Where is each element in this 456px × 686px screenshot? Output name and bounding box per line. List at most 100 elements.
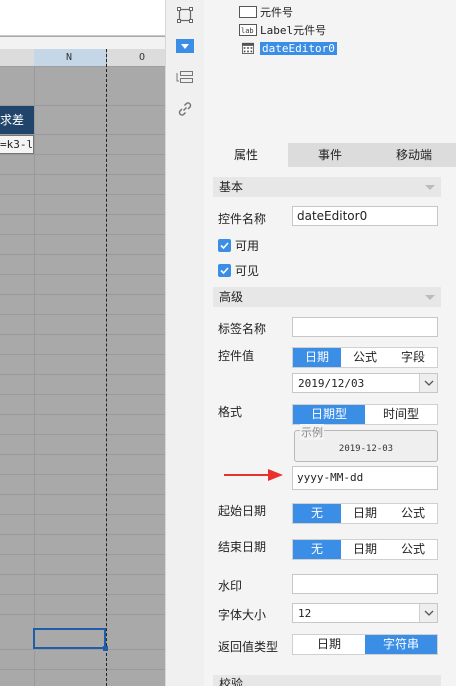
tag-name-label: 标签名称 xyxy=(218,322,267,336)
widget-toolbar xyxy=(165,0,204,686)
end-date-label: 结束日期 xyxy=(218,540,267,554)
start-date-none-option[interactable]: 无 xyxy=(293,504,341,523)
tag-name-input[interactable] xyxy=(292,317,438,337)
checkbox-checked-icon xyxy=(218,239,231,252)
start-date-formula-option[interactable]: 公式 xyxy=(389,504,437,523)
return-type-switch: 日期 字符串 xyxy=(292,634,438,655)
end-date-none-option[interactable]: 无 xyxy=(293,540,341,559)
grid-line xyxy=(0,334,165,335)
column-header-label: N xyxy=(66,52,73,63)
grid-line xyxy=(0,574,165,575)
group-title: 高级 xyxy=(219,290,244,304)
grid-line xyxy=(0,234,165,235)
layer-icon[interactable] xyxy=(174,66,196,88)
group-title: 校验 xyxy=(219,677,244,686)
checkbox-checked-icon xyxy=(218,264,231,277)
page-break-line xyxy=(106,49,107,686)
grid-line xyxy=(0,374,165,375)
header-cell[interactable]: 求差 xyxy=(0,106,34,134)
column-header-o[interactable]: O xyxy=(107,49,165,67)
watermark-label: 水印 xyxy=(218,579,243,593)
tab-properties[interactable]: 属性 xyxy=(204,143,288,167)
grid-line xyxy=(0,594,165,595)
grid-line xyxy=(0,314,165,315)
grid-line xyxy=(0,494,165,495)
svg-text:lab: lab xyxy=(241,27,254,35)
grid-line xyxy=(0,554,165,555)
end-date-switch: 无 日期 公式 xyxy=(292,539,438,560)
format-example-box: 示例 2019-12-03 xyxy=(294,424,438,462)
tree-item-label: 元件号 xyxy=(260,6,293,19)
group-basic-header[interactable]: 基本 xyxy=(213,177,441,197)
tree-item-textbox[interactable]: 元件号 xyxy=(239,3,293,21)
format-date-option[interactable]: 日期型 xyxy=(293,405,365,424)
column-header[interactable] xyxy=(0,49,34,67)
start-date-date-option[interactable]: 日期 xyxy=(341,504,389,523)
start-date-label: 起始日期 xyxy=(218,504,267,518)
property-panel: 元件号 lab Label元件号 dateEditor0 属性 事件 移动端 基… xyxy=(204,0,456,686)
return-type-date-option[interactable]: 日期 xyxy=(293,635,365,654)
tab-mobile[interactable]: 移动端 xyxy=(372,143,456,167)
chevron-down-icon[interactable] xyxy=(419,374,437,392)
grid-line xyxy=(0,254,165,255)
tree-item-date-editor[interactable]: dateEditor0 xyxy=(239,39,337,57)
grid-line xyxy=(0,294,165,295)
tree-item-label: Label元件号 xyxy=(260,24,327,37)
label-icon: lab xyxy=(239,24,257,36)
grid-line xyxy=(0,454,165,455)
chevron-down-icon[interactable] xyxy=(419,604,437,622)
end-date-formula-option[interactable]: 公式 xyxy=(389,540,437,559)
collapse-caret-icon[interactable] xyxy=(425,295,435,300)
font-size-label: 字体大小 xyxy=(218,608,267,622)
watermark-input[interactable] xyxy=(292,574,438,594)
widget-name-label: 控件名称 xyxy=(218,212,267,226)
grid-line xyxy=(0,669,165,670)
grid-line xyxy=(0,394,165,395)
column-header-label: O xyxy=(139,52,146,63)
return-type-string-option[interactable]: 字符串 xyxy=(365,635,437,654)
visible-label: 可见 xyxy=(235,264,260,278)
example-legend: 示例 xyxy=(300,424,324,440)
column-header-n[interactable]: N xyxy=(34,49,106,67)
format-time-option[interactable]: 时间型 xyxy=(365,405,437,424)
tab-events[interactable]: 事件 xyxy=(288,143,372,167)
format-type-switch: 日期型 时间型 xyxy=(292,404,438,425)
group-validation-header[interactable]: 校验 xyxy=(213,675,441,686)
dropdown-widget-icon[interactable] xyxy=(174,35,196,57)
grid-line xyxy=(0,354,165,355)
spreadsheet-area[interactable]: N O 求差 =k3-l3 xyxy=(0,0,165,686)
panel-tabs: 属性 事件 移动端 xyxy=(204,143,456,167)
widget-value-date-option[interactable]: 日期 xyxy=(293,348,341,367)
grid-line xyxy=(0,414,165,415)
formula-bar[interactable] xyxy=(0,0,165,36)
tree-item-label-widget[interactable]: lab Label元件号 xyxy=(239,21,326,39)
grid-line xyxy=(0,474,165,475)
grid-line xyxy=(0,274,165,275)
format-label: 格式 xyxy=(218,405,243,419)
fill-handle[interactable] xyxy=(103,646,108,651)
formula-cell[interactable]: =k3-l3 xyxy=(0,135,34,154)
grid-line xyxy=(0,649,165,650)
visible-checkbox[interactable]: 可见 xyxy=(218,262,259,279)
link-icon[interactable] xyxy=(174,98,196,120)
grid-line xyxy=(0,154,165,155)
select-frame-icon[interactable] xyxy=(174,4,196,26)
widget-value-formula-option[interactable]: 公式 xyxy=(341,348,389,367)
group-advanced-header[interactable]: 高级 xyxy=(213,287,441,307)
collapse-caret-icon[interactable] xyxy=(425,185,435,190)
selected-cell[interactable] xyxy=(33,628,106,649)
end-date-date-option[interactable]: 日期 xyxy=(341,540,389,559)
widget-tree: 元件号 lab Label元件号 dateEditor0 xyxy=(204,0,456,143)
group-title: 基本 xyxy=(219,180,244,194)
calendar-icon xyxy=(242,42,254,54)
format-pattern-input[interactable]: yyyy-MM-dd xyxy=(292,466,438,490)
widget-name-input[interactable]: dateEditor0 xyxy=(292,206,438,226)
widget-value-field-option[interactable]: 字段 xyxy=(389,348,437,367)
grid-line xyxy=(0,534,165,535)
widget-value-date-select[interactable]: 2019/12/03 xyxy=(292,373,438,393)
date-select-value: 2019/12/03 xyxy=(298,377,365,390)
enabled-checkbox[interactable]: 可用 xyxy=(218,237,259,254)
textbox-icon xyxy=(239,6,257,18)
return-type-label: 返回值类型 xyxy=(218,640,279,654)
font-size-select[interactable]: 12 xyxy=(292,603,438,623)
